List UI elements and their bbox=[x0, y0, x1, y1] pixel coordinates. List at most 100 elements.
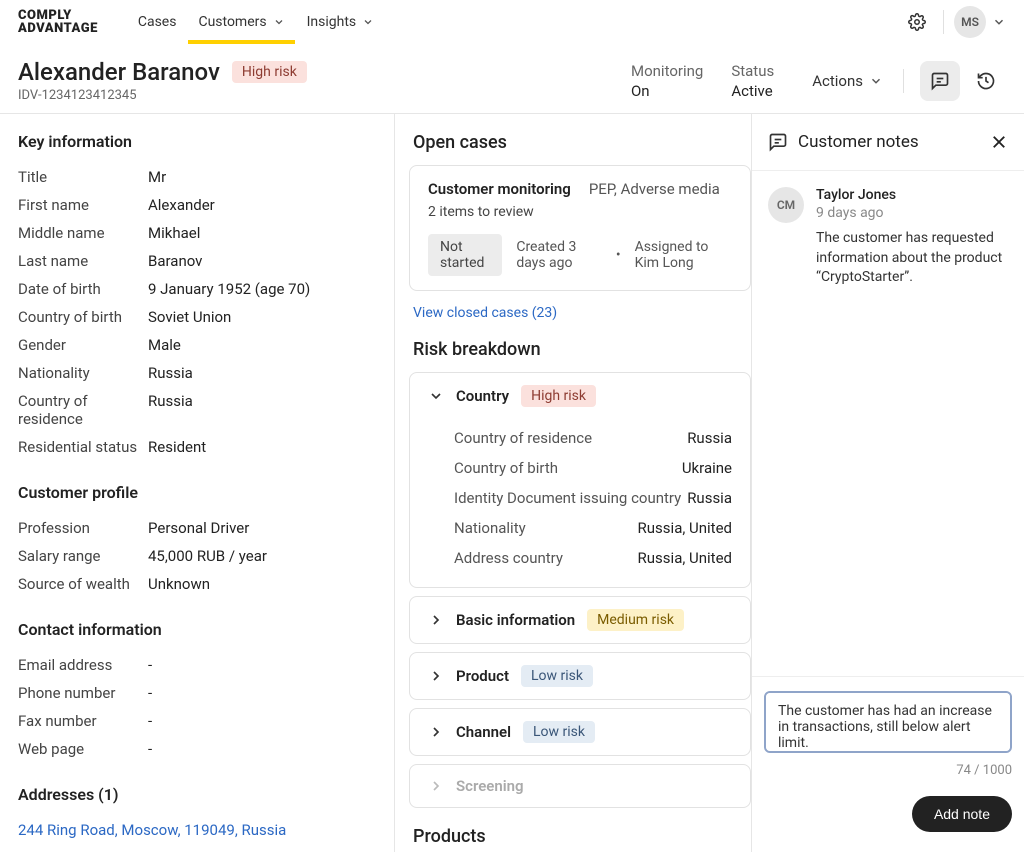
risk-screening-toggle[interactable]: Screening bbox=[410, 765, 750, 807]
kv-label: Last name bbox=[18, 252, 148, 270]
kv-label: First name bbox=[18, 196, 148, 214]
kv-label: Phone number bbox=[18, 684, 148, 702]
kv-value: 45,000 RUB / year bbox=[148, 547, 267, 565]
customer-name: Alexander Baranov bbox=[18, 58, 220, 86]
kv-value: Soviet Union bbox=[148, 308, 231, 326]
products-title: Products bbox=[409, 826, 751, 847]
acc-value: Russia, United bbox=[638, 519, 732, 537]
chevron-down-icon bbox=[869, 74, 883, 88]
risk-breakdown-title: Risk breakdown bbox=[409, 339, 751, 360]
risk-product-toggle[interactable]: Product Low risk bbox=[410, 653, 750, 699]
risk-badge: High risk bbox=[232, 61, 307, 83]
nav-customers[interactable]: Customers bbox=[198, 4, 284, 40]
actions-menu[interactable]: Actions bbox=[802, 66, 893, 96]
contact-title: Contact information bbox=[18, 620, 376, 639]
acc-value: Russia bbox=[687, 489, 732, 507]
kv-label: Email address bbox=[18, 656, 148, 674]
case-title: Customer monitoring bbox=[428, 180, 571, 198]
kv-value: - bbox=[148, 656, 152, 674]
kv-value: Mr bbox=[148, 168, 166, 186]
risk-badge-high: High risk bbox=[521, 385, 596, 407]
kv-value: Male bbox=[148, 336, 181, 354]
risk-basic-toggle[interactable]: Basic information Medium risk bbox=[410, 597, 750, 643]
open-case-card[interactable]: Customer monitoring PEP, Adverse media 2… bbox=[409, 165, 751, 291]
top-nav: COMPLY ADVANTAGE Cases Customers Insight… bbox=[0, 0, 1024, 44]
kv-label: Country of residence bbox=[18, 392, 148, 428]
key-info-title: Key information bbox=[18, 132, 376, 151]
kv-value: Resident bbox=[148, 438, 206, 456]
kv-label: Fax number bbox=[18, 712, 148, 730]
nav-cases[interactable]: Cases bbox=[138, 4, 177, 40]
kv-label: Web page bbox=[18, 740, 148, 758]
monitoring-label: Monitoring bbox=[631, 62, 703, 80]
profile-title: Customer profile bbox=[18, 483, 376, 502]
risk-section-basic: Basic information Medium risk bbox=[409, 596, 751, 644]
compose-counter: 74 / 1000 bbox=[764, 763, 1012, 778]
chevron-right-icon bbox=[428, 724, 444, 740]
case-subtitle: 2 items to review bbox=[428, 204, 732, 220]
middle-column: Open cases Customer monitoring PEP, Adve… bbox=[395, 114, 751, 852]
notes-panel-title: Customer notes bbox=[798, 132, 980, 152]
kv-label: Title bbox=[18, 168, 148, 186]
kv-label: Nationality bbox=[18, 364, 148, 382]
left-column: Key information TitleMr First nameAlexan… bbox=[0, 114, 395, 852]
acc-value: Russia, United bbox=[638, 549, 732, 567]
acc-value: Russia bbox=[687, 429, 732, 447]
kv-value: 9 January 1952 (age 70) bbox=[148, 280, 310, 298]
open-cases-title: Open cases bbox=[409, 132, 751, 153]
history-toggle[interactable] bbox=[966, 61, 1006, 101]
chevron-down-icon bbox=[273, 16, 285, 28]
chevron-down-icon[interactable] bbox=[992, 15, 1006, 29]
risk-section-country: Country High risk Country of residence Ru… bbox=[409, 372, 751, 588]
note-avatar: CM bbox=[768, 187, 804, 223]
risk-badge-low: Low risk bbox=[523, 721, 595, 743]
add-note-button[interactable]: Add note bbox=[912, 796, 1012, 832]
case-tags: PEP, Adverse media bbox=[589, 180, 720, 198]
monitoring-value: On bbox=[631, 82, 703, 100]
acc-label: Nationality bbox=[454, 519, 526, 537]
acc-label: Identity Document issuing country bbox=[454, 489, 681, 507]
chevron-down-icon bbox=[362, 16, 374, 28]
kv-label: Date of birth bbox=[18, 280, 148, 298]
note-author: Taylor Jones bbox=[816, 187, 1008, 203]
chevron-right-icon bbox=[428, 668, 444, 684]
notes-toggle[interactable] bbox=[920, 61, 960, 101]
notes-panel: Customer notes CM Taylor Jones 9 days ag… bbox=[751, 114, 1024, 852]
kv-value: - bbox=[148, 712, 152, 730]
kv-value: Alexander bbox=[148, 196, 215, 214]
note-time: 9 days ago bbox=[816, 205, 1008, 221]
status-label: Status bbox=[731, 62, 774, 80]
nav-insights[interactable]: Insights bbox=[307, 4, 375, 40]
risk-channel-toggle[interactable]: Channel Low risk bbox=[410, 709, 750, 755]
chevron-right-icon bbox=[428, 778, 444, 794]
kv-value: Mikhael bbox=[148, 224, 200, 242]
note-item: CM Taylor Jones 9 days ago The customer … bbox=[752, 171, 1024, 304]
closed-cases-link[interactable]: View closed cases (23) bbox=[409, 305, 751, 339]
risk-badge-medium: Medium risk bbox=[587, 609, 684, 631]
note-text: The customer has requested information a… bbox=[816, 229, 1008, 288]
risk-country-toggle[interactable]: Country High risk bbox=[410, 373, 750, 419]
risk-section-screening: Screening bbox=[409, 764, 751, 808]
history-icon bbox=[976, 71, 996, 91]
acc-label: Country of residence bbox=[454, 429, 592, 447]
kv-value: - bbox=[148, 684, 152, 702]
kv-label: Middle name bbox=[18, 224, 148, 242]
user-avatar[interactable]: MS bbox=[954, 6, 986, 38]
address-link[interactable]: 244 Ring Road, Moscow, 119049, Russia bbox=[18, 821, 286, 839]
case-created: Created 3 days ago bbox=[516, 239, 602, 271]
chevron-right-icon bbox=[428, 612, 444, 628]
note-compose-input[interactable] bbox=[764, 691, 1012, 753]
close-notes-button[interactable] bbox=[990, 133, 1008, 151]
settings-button[interactable] bbox=[901, 6, 933, 38]
comment-icon bbox=[768, 132, 788, 152]
kv-value: Unknown bbox=[148, 575, 210, 593]
customer-header: Alexander Baranov High risk IDV-12341234… bbox=[0, 44, 1024, 113]
kv-value: Russia bbox=[148, 364, 193, 382]
comment-icon bbox=[930, 71, 950, 91]
gear-icon bbox=[908, 13, 926, 31]
kv-label: Residential status bbox=[18, 438, 148, 456]
risk-badge-low: Low risk bbox=[521, 665, 593, 687]
kv-value: - bbox=[148, 740, 152, 758]
kv-label: Salary range bbox=[18, 547, 148, 565]
case-assigned: Assigned to Kim Long bbox=[635, 239, 732, 271]
